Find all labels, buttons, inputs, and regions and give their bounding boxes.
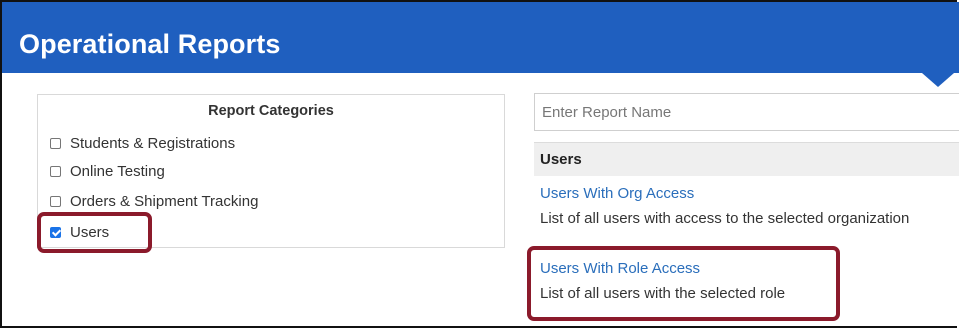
report-link-users-with-org-access[interactable]: Users With Org Access <box>540 185 694 202</box>
checkbox-unchecked-icon[interactable] <box>50 165 61 177</box>
category-label: Students & Registrations <box>70 134 236 152</box>
role-access-report-highlight <box>527 246 840 321</box>
category-label: Online Testing <box>70 162 165 180</box>
page-header: Operational Reports <box>2 2 959 73</box>
page-title: Operational Reports <box>19 29 281 59</box>
report-description-users-with-org-access: List of all users with access to the sel… <box>540 210 910 227</box>
checkbox-unchecked-icon[interactable] <box>50 137 61 149</box>
users-category-highlight <box>37 212 152 253</box>
checkbox-unchecked-icon[interactable] <box>50 195 61 207</box>
reports-section-title: Users <box>540 151 582 168</box>
reports-section-header: Users <box>534 142 959 176</box>
header-notch <box>922 73 954 87</box>
category-orders-shipment-tracking[interactable]: Orders & Shipment Tracking <box>50 191 258 211</box>
category-online-testing[interactable]: Online Testing <box>50 161 165 181</box>
category-students-registrations[interactable]: Students & Registrations <box>50 133 235 153</box>
report-name-search-input[interactable] <box>534 93 959 131</box>
report-categories-title: Report Categories <box>208 103 334 119</box>
category-label: Orders & Shipment Tracking <box>70 192 259 210</box>
